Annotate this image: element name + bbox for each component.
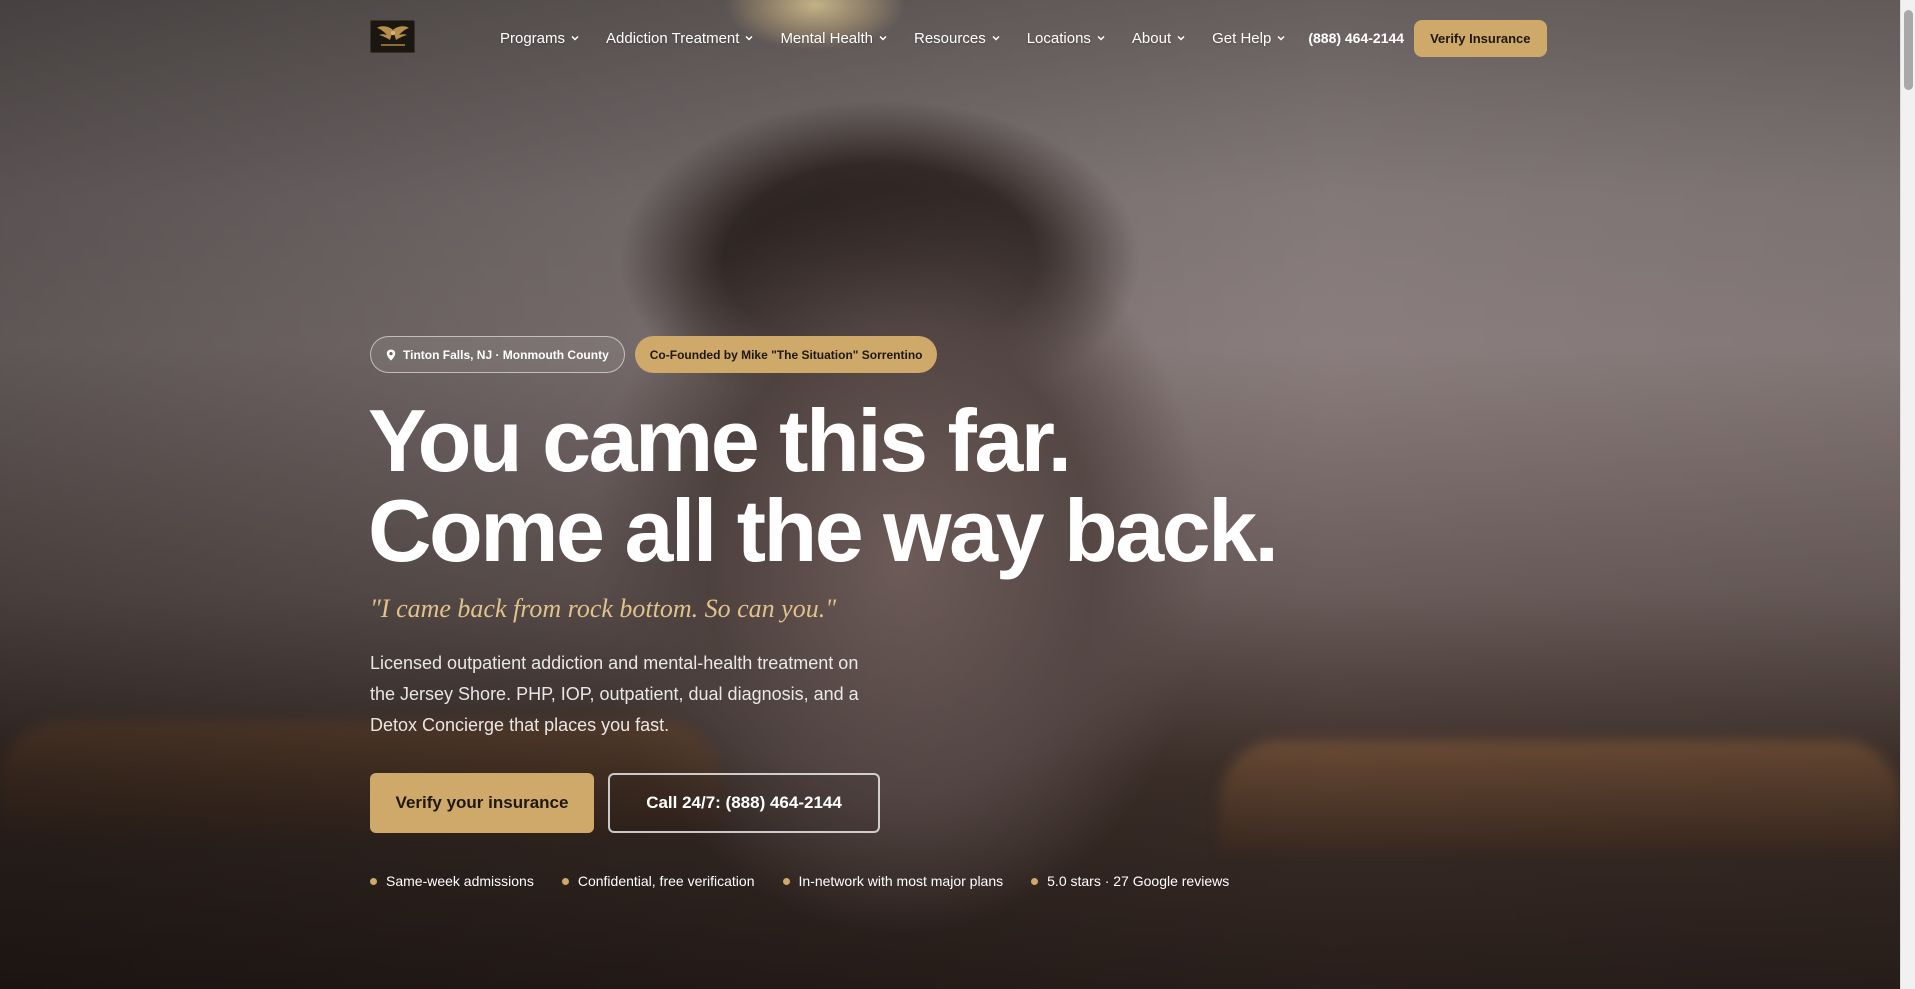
bullet-dot-icon: [370, 877, 377, 885]
nav-programs[interactable]: Programs: [500, 30, 580, 47]
trust-bullet: In-network with most major plans: [782, 873, 1004, 889]
call-now-button[interactable]: Call 24/7: (888) 464-2144: [608, 773, 880, 833]
nav-programs-label: Programs: [500, 29, 566, 47]
nav-addiction-treatment[interactable]: Addiction Treatment: [606, 30, 754, 47]
hero-cta-row: Verify your insurance Call 24/7: (888) 4…: [370, 773, 880, 833]
hero-badges: Tinton Falls, NJ · Monmouth County Co-Fo…: [370, 336, 938, 373]
nav-about-label: About: [1131, 29, 1172, 47]
trust-bullet: Same-week admissions: [370, 873, 534, 889]
site-logo[interactable]: [370, 20, 415, 53]
location-badge-text: Tinton Falls, NJ · Monmouth County: [403, 347, 609, 362]
nav-verify-insurance-button[interactable]: Verify Insurance: [1414, 19, 1547, 57]
headline-line-1: You came this far.: [368, 391, 1072, 490]
nav-phone-link[interactable]: (888) 464-2144: [1308, 30, 1404, 46]
trust-bullet-text: 5.0 stars · 27 Google reviews: [1047, 873, 1230, 889]
chevron-down-icon: [1177, 35, 1185, 41]
hero-description: Licensed outpatient addiction and mental…: [370, 653, 859, 735]
nav-mental-health[interactable]: Mental Health: [780, 30, 888, 47]
headline-line-2: Come all the way back.: [368, 481, 1279, 580]
chevron-down-icon: [1097, 35, 1105, 41]
chevron-down-icon: [879, 35, 887, 41]
main-menu: Programs Addiction Treatment Mental Heal…: [500, 18, 1547, 58]
nav-resources[interactable]: Resources: [914, 30, 1001, 47]
founder-badge: Co-Founded by Mike "The Situation" Sorre…: [634, 336, 938, 373]
trust-bullet-text: In-network with most major plans: [798, 873, 1004, 889]
trust-bullets: Same-week admissions Confidential, free …: [370, 873, 1229, 889]
nav-addiction-treatment-label: Addiction Treatment: [606, 29, 740, 47]
top-navigation: Programs Addiction Treatment Mental Heal…: [370, 18, 1915, 58]
trust-bullet-text: Same-week admissions: [386, 873, 534, 889]
chevron-down-icon: [992, 35, 1000, 41]
chevron-down-icon: [745, 35, 753, 41]
nav-get-help-label: Get Help: [1212, 29, 1272, 47]
page-scrollbar[interactable]: [1900, 0, 1915, 989]
verify-insurance-button[interactable]: Verify your insurance: [370, 773, 594, 833]
trust-bullet-text: Confidential, free verification: [577, 873, 755, 889]
location-badge: Tinton Falls, NJ · Monmouth County: [370, 336, 625, 373]
nav-resources-label: Resources: [914, 29, 986, 47]
bullet-dot-icon: [1031, 877, 1039, 885]
hero-headline: You came this far. Come all the way back…: [368, 391, 1279, 580]
nav-locations[interactable]: Locations: [1027, 30, 1106, 47]
nav-get-help[interactable]: Get Help: [1212, 30, 1286, 47]
map-pin-icon: [386, 349, 396, 360]
trust-bullet: Confidential, free verification: [561, 873, 755, 889]
hero-quote: "I came back from rock bottom. So can yo…: [370, 594, 837, 623]
wings-logo-icon: [376, 25, 409, 46]
trust-bullet: 5.0 stars · 27 Google reviews: [1031, 873, 1229, 889]
chevron-down-icon: [1277, 35, 1285, 41]
bullet-dot-icon: [782, 877, 790, 885]
chevron-down-icon: [571, 35, 579, 41]
nav-mental-health-label: Mental Health: [780, 29, 873, 47]
nav-about[interactable]: About: [1132, 30, 1186, 47]
bullet-dot-icon: [561, 877, 569, 885]
nav-locations-label: Locations: [1026, 29, 1091, 47]
